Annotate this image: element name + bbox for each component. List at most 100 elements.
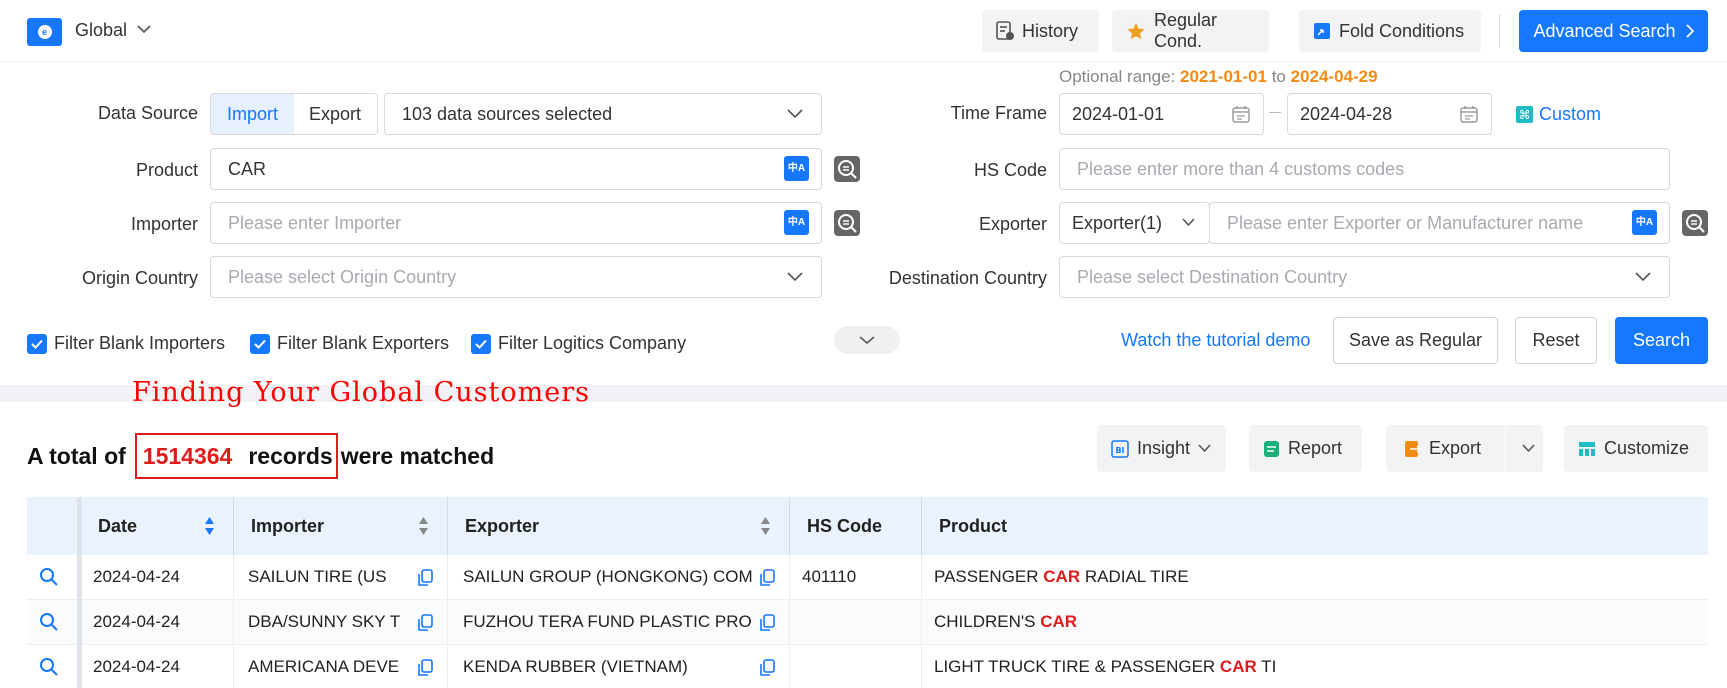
results-prefix: A total of [27, 442, 126, 469]
filter-blank-importers-checkbox[interactable]: Filter Blank Importers [27, 333, 225, 354]
date-to-input[interactable]: 2024-04-28 [1287, 93, 1492, 135]
insight-button[interactable]: BI Insight [1097, 425, 1226, 472]
export-dropdown-button[interactable] [1514, 425, 1543, 472]
custom-range-button[interactable]: ⌘ Custom [1516, 104, 1601, 125]
row-product: LIGHT TRUCK TIRE & PASSENGER CAR TI [922, 645, 1708, 688]
sort-icon[interactable] [418, 516, 429, 536]
copy-icon[interactable] [418, 659, 433, 676]
expand-conditions-button[interactable] [834, 326, 900, 354]
column-header-hs-code[interactable]: HS Code [790, 497, 922, 555]
table-row[interactable]: 2024-04-24 AMERICANA DEVE KENDA RUBBER (… [27, 645, 1708, 688]
results-count: 1514364 [142, 442, 233, 469]
filter-logistics-checkbox[interactable]: Filter Logitics Company [471, 333, 686, 354]
exporter-type-select[interactable]: Exporter(1) [1059, 202, 1210, 244]
fold-conditions-label: Fold Conditions [1339, 20, 1465, 41]
customize-button[interactable]: Customize [1564, 425, 1708, 472]
column-header-product[interactable]: Product [922, 497, 1708, 555]
insight-icon: BI [1111, 439, 1129, 458]
insight-label: Insight [1137, 438, 1191, 458]
filter-blank-exporters-checkbox[interactable]: Filter Blank Exporters [250, 333, 449, 354]
fold-icon [1314, 23, 1330, 39]
copy-icon[interactable] [760, 569, 775, 586]
save-as-regular-button[interactable]: Save as Regular [1333, 317, 1498, 364]
filter-logistics-label: Filter Logitics Company [498, 333, 687, 353]
fuzzy-search-icon[interactable] [834, 156, 860, 182]
column-header-exporter[interactable]: Exporter [448, 497, 790, 555]
product-label: Product [135, 160, 198, 180]
fixed-column-shadow [77, 497, 82, 688]
column-header-importer-label: Importer [251, 515, 325, 536]
results-records-word: records [248, 442, 333, 469]
hs-code-placeholder: Please enter more than 4 customs codes [1077, 158, 1405, 179]
product-input[interactable]: CAR 中A [210, 148, 822, 190]
column-header-importer[interactable]: Importer [234, 497, 448, 555]
search-button[interactable]: Search [1615, 317, 1708, 364]
optional-range: Optional range: 2021-01-01 to 2024-04-29 [1059, 67, 1378, 87]
sort-icon[interactable] [760, 516, 771, 536]
fuzzy-search-icon[interactable] [1682, 210, 1708, 236]
chevron-down-icon [787, 272, 803, 282]
optional-range-to: to [1271, 67, 1286, 86]
search-icon[interactable] [39, 567, 59, 587]
reset-button[interactable]: Reset [1515, 317, 1597, 364]
translate-icon[interactable]: 中A [1632, 210, 1657, 235]
importer-label: Importer [130, 214, 198, 234]
table-row[interactable]: 2024-04-24 DBA/SUNNY SKY T FUZHOU TERA F… [27, 600, 1708, 645]
hs-code-input[interactable]: Please enter more than 4 customs codes [1059, 148, 1670, 190]
column-header-exporter-label: Exporter [465, 515, 540, 536]
regular-cond-button[interactable]: Regular Cond. [1112, 10, 1269, 52]
import-export-toggle: Import Export [210, 93, 379, 135]
report-label: Report [1288, 438, 1343, 458]
command-icon: ⌘ [1516, 106, 1533, 123]
copy-icon[interactable] [760, 659, 775, 676]
watch-tutorial-link[interactable]: Watch the tutorial demo [1121, 330, 1310, 351]
search-icon[interactable] [39, 657, 59, 677]
origin-country-select[interactable]: Please select Origin Country [210, 256, 822, 298]
exporter-input[interactable]: Please enter Exporter or Manufacturer na… [1209, 202, 1670, 244]
table-row[interactable]: 2024-04-24 SAILUN TIRE (US SAILUN GROUP … [27, 555, 1708, 600]
globe-icon[interactable]: e [27, 18, 62, 46]
copy-icon[interactable] [418, 614, 433, 631]
copy-icon[interactable] [418, 569, 433, 586]
row-importer-text: SAILUN TIRE (US [248, 567, 387, 586]
data-sources-select[interactable]: 103 data sources selected [384, 93, 822, 135]
fuzzy-search-icon[interactable] [834, 210, 860, 236]
row-product-highlight: CAR [1219, 657, 1257, 676]
destination-country-select[interactable]: Please select Destination Country [1059, 256, 1670, 298]
report-button[interactable]: Report [1249, 425, 1362, 472]
column-header-hs-code-label: HS Code [807, 515, 883, 536]
date-to-value: 2024-04-28 [1300, 103, 1393, 124]
row-exporter-text: FUZHOU TERA FUND PLASTIC PRO [463, 612, 752, 631]
row-product-post: RADIAL TIRE [1080, 567, 1189, 586]
origin-country-label: Origin Country [81, 268, 198, 288]
export-tab[interactable]: Export [294, 94, 378, 134]
results-summary: A total of 1514364 records were matched [27, 433, 494, 479]
row-importer-text: AMERICANA DEVE [248, 657, 400, 676]
divider [1505, 425, 1506, 472]
import-tab[interactable]: Import [211, 94, 295, 134]
chevron-down-icon[interactable] [137, 24, 151, 34]
region-selector-label[interactable]: Global [75, 20, 127, 41]
row-product-highlight: CAR [1043, 567, 1081, 586]
origin-country-placeholder: Please select Origin Country [228, 266, 457, 287]
history-button[interactable]: History [982, 10, 1099, 52]
translate-icon[interactable]: 中A [784, 156, 809, 181]
date-range-separator [1269, 112, 1281, 113]
export-button[interactable]: Export [1386, 425, 1497, 472]
search-icon[interactable] [39, 612, 59, 632]
date-from-input[interactable]: 2024-01-01 [1059, 93, 1264, 135]
advanced-search-button[interactable]: Advanced Search [1519, 10, 1708, 52]
importer-input[interactable]: Please enter Importer 中A [210, 202, 822, 244]
column-header-date[interactable]: Date [81, 497, 234, 555]
copy-icon[interactable] [760, 614, 775, 631]
fold-conditions-button[interactable]: Fold Conditions [1299, 10, 1481, 52]
row-exporter: KENDA RUBBER (VIETNAM) [448, 645, 790, 688]
row-hs-code [790, 600, 922, 644]
check-icon [250, 333, 270, 354]
translate-icon[interactable]: 中A [784, 210, 809, 235]
chevron-down-icon [859, 336, 875, 345]
filter-blank-importers-label: Filter Blank Importers [54, 333, 226, 353]
sort-icon[interactable] [204, 516, 215, 536]
star-icon [1127, 22, 1145, 39]
row-action-cell [27, 555, 81, 599]
